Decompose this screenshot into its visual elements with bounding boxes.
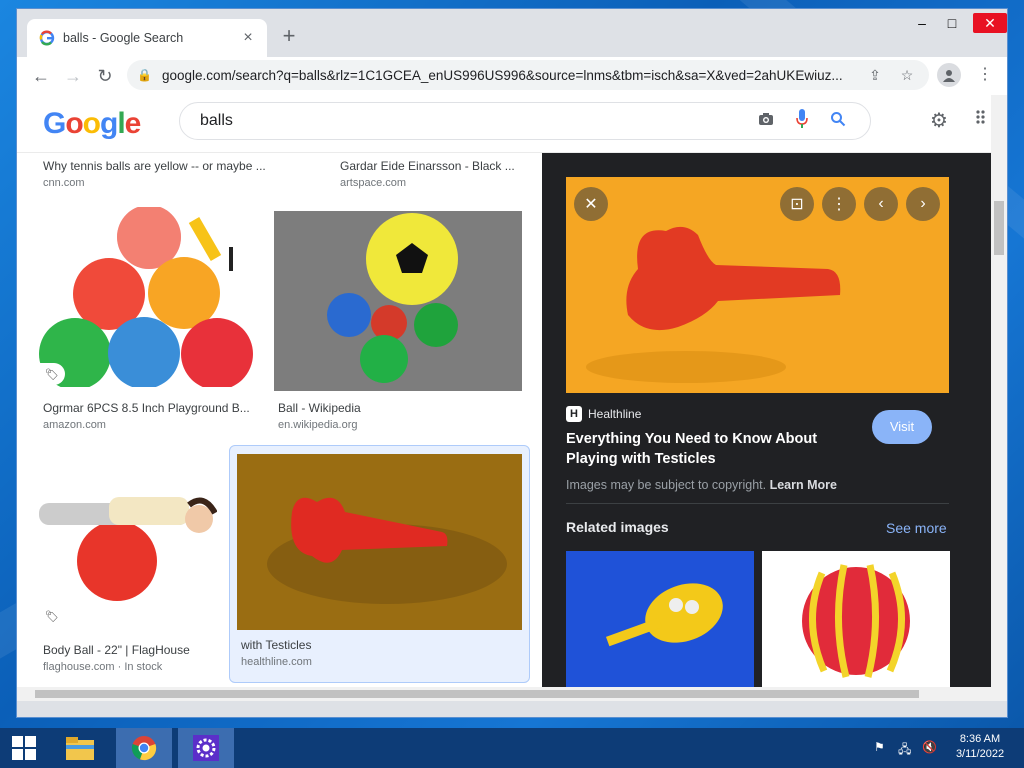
result-source: artspace.com (340, 177, 407, 189)
result-image-body-ball[interactable]: 🏷 (39, 453, 217, 633)
divider (566, 503, 949, 504)
logo-letter: l (117, 107, 125, 140)
result-image-playground-balls[interactable]: 🏷 (39, 207, 255, 387)
chrome-icon (131, 736, 157, 761)
result-source: healthline.com (241, 656, 312, 668)
product-tag-icon: 🏷 (39, 363, 65, 385)
lock-icon: 🔒 (137, 68, 152, 82)
logo-letter: G (43, 107, 66, 140)
system-clock[interactable]: 8:36 AM 3/11/2022 (944, 732, 1016, 762)
file-explorer-button[interactable] (56, 728, 104, 768)
chrome-menu-button[interactable]: ⋮ (973, 63, 997, 87)
see-more-link[interactable]: See more (886, 520, 947, 536)
tab-balls-search[interactable]: balls - Google Search × (27, 19, 267, 57)
image-preview-panel: ✕ ⊡ ⋮ ‹ › H Healthline Visit Everything … (542, 153, 991, 687)
source-site[interactable]: H Healthline (566, 406, 641, 422)
back-button[interactable]: ← (25, 60, 57, 92)
copyright-notice: Images may be subject to copyright. Lear… (566, 478, 837, 492)
tab-close-icon[interactable]: × (239, 29, 257, 47)
logo-letter: o (82, 107, 101, 140)
minimize-button[interactable]: – (909, 13, 935, 33)
windows-logo-icon (12, 736, 36, 760)
result-image-ball-wikipedia[interactable] (274, 211, 522, 391)
close-preview-button[interactable]: ✕ (574, 187, 608, 221)
logo-letter: e (124, 107, 142, 140)
result-caption[interactable]: Gardar Eide Einarsson - Black ... (340, 159, 530, 173)
related-image-ball[interactable] (762, 551, 950, 687)
browser-toolbar: ← → ↻ 🔒 google.com/search?q=balls&rlz=1C… (17, 57, 1007, 95)
settings-gear-icon (193, 735, 219, 761)
vertical-scrollbar[interactable] (991, 95, 1007, 701)
settings-gear-icon[interactable]: ⚙ (927, 109, 951, 133)
result-caption[interactable]: Ball - Wikipedia (278, 401, 518, 415)
google-apps-icon[interactable] (975, 109, 991, 133)
learn-more-link[interactable]: Learn More (770, 478, 837, 492)
microphone-icon[interactable] (784, 108, 820, 134)
result-source: en.wikipedia.org (278, 419, 358, 431)
logo-letter: o (65, 107, 83, 140)
chrome-taskbar-button[interactable] (116, 728, 172, 768)
reload-button[interactable]: ↻ (89, 60, 121, 92)
tab-title: balls - Google Search (63, 31, 184, 45)
clock-date: 3/11/2022 (955, 748, 1005, 760)
horizontal-scrollbar[interactable] (17, 687, 991, 701)
start-button[interactable] (0, 728, 48, 768)
healthline-logo-icon: H (566, 406, 582, 422)
folder-icon (66, 737, 94, 760)
scrollbar-thumb[interactable] (35, 690, 919, 698)
result-source: cnn.com (43, 177, 85, 189)
maximize-button[interactable]: □ (939, 13, 965, 33)
url-text[interactable]: google.com/search?q=balls&rlz=1C1GCEA_en… (162, 68, 855, 83)
search-input[interactable]: balls (200, 112, 748, 130)
related-images-heading: Related images (566, 519, 669, 535)
previous-image-button[interactable]: ‹ (864, 187, 898, 221)
selected-result-card[interactable]: with Testicles healthline.com (229, 445, 530, 683)
logo-letter: g (100, 107, 118, 140)
result-image-balloon[interactable] (237, 454, 522, 630)
product-tag-icon: 🏷 (39, 605, 65, 627)
tab-strip: balls - Google Search × + – □ ✕ (17, 9, 1007, 57)
copyright-text: Images may be subject to copyright. (566, 478, 767, 492)
next-image-button[interactable]: › (906, 187, 940, 221)
source-name: Healthline (588, 407, 642, 421)
result-source: amazon.com (43, 419, 106, 431)
network-icon[interactable]: 🖧 (898, 740, 911, 761)
address-bar[interactable]: 🔒 google.com/search?q=balls&rlz=1C1GCEA_… (127, 60, 929, 90)
result-caption[interactable]: Ogrmar 6PCS 8.5 Inch Playground B... (43, 401, 253, 415)
search-box[interactable]: balls (179, 102, 871, 140)
browser-window: balls - Google Search × + – □ ✕ ← → ↻ 🔒 … (16, 8, 1008, 718)
google-header: Google balls ⚙ (17, 95, 991, 153)
more-options-icon[interactable]: ⋮ (822, 187, 856, 221)
visit-button[interactable]: Visit (872, 410, 932, 444)
related-image-paddle[interactable] (566, 551, 754, 687)
clock-time: 8:36 AM (959, 733, 1001, 745)
search-icon[interactable] (820, 111, 856, 132)
profile-avatar[interactable] (937, 63, 961, 87)
new-tab-button[interactable]: + (277, 25, 301, 49)
scrollbar-thumb[interactable] (994, 201, 1004, 255)
preview-image[interactable]: ✕ ⊡ ⋮ ‹ › (566, 177, 949, 393)
flag-icon[interactable]: ⚑ (874, 740, 885, 754)
google-favicon-icon (39, 30, 55, 46)
person-icon (943, 70, 955, 82)
result-caption[interactable]: with Testicles (241, 638, 511, 652)
close-window-button[interactable]: ✕ (973, 13, 1007, 33)
image-results-grid: Why tennis balls are yellow -- or maybe … (17, 153, 542, 687)
taskbar: ⚑ 🖧 🔇 8:36 AM 3/11/2022 (0, 728, 1024, 768)
result-caption[interactable]: Why tennis balls are yellow -- or maybe … (43, 159, 283, 173)
camera-icon[interactable] (748, 112, 784, 131)
bookmark-star-icon[interactable]: ☆ (895, 67, 919, 84)
share-icon[interactable]: ⇪ (863, 67, 887, 84)
result-caption[interactable]: Body Ball - 22" | FlagHouse (43, 643, 213, 657)
preview-title[interactable]: Everything You Need to Know About Playin… (566, 429, 836, 469)
search-page: Google balls ⚙ Why tennis balls are yell… (17, 95, 991, 687)
volume-muted-icon[interactable]: 🔇 (922, 740, 937, 754)
lens-icon[interactable]: ⊡ (780, 187, 814, 221)
settings-taskbar-button[interactable] (178, 728, 234, 768)
forward-button[interactable]: → (57, 60, 89, 92)
result-source: flaghouse.com · In stock (43, 661, 163, 673)
google-logo[interactable]: Google (43, 107, 142, 141)
